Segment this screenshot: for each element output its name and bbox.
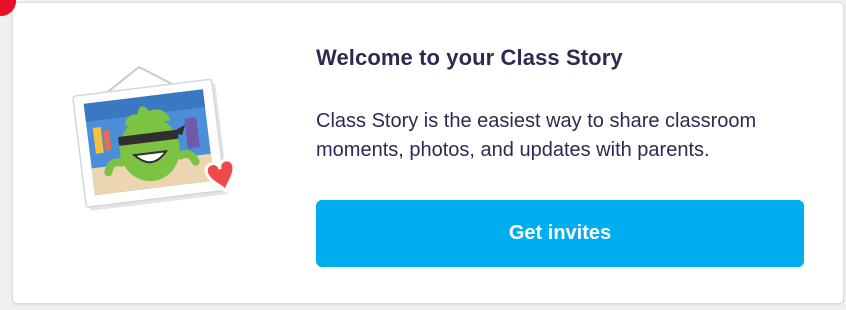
get-invites-button[interactable]: Get invites (316, 200, 804, 267)
card-description: Class Story is the easiest way to share … (316, 110, 757, 161)
photo-frame-illustration (72, 65, 236, 211)
card-title: Welcome to your Class Story (316, 45, 623, 70)
class-story-welcome-card: Welcome to your Class Story Class Story … (12, 2, 844, 304)
framed-monster-photo-icon (69, 63, 249, 213)
